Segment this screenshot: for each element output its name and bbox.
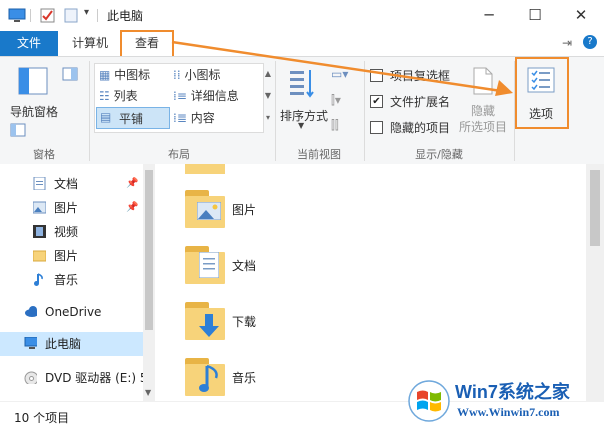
nav-item-label: 视频 (54, 225, 79, 239)
picture-icon (33, 201, 46, 214)
document-icon (33, 177, 46, 190)
annotation-arrow (171, 40, 513, 96)
nav-item-music[interactable]: 音乐 (0, 268, 143, 292)
nav-item-label: 文档 (54, 177, 79, 191)
download-arrow-icon (199, 314, 219, 337)
music-icon (199, 364, 218, 392)
folder-documents[interactable] (185, 246, 225, 284)
nav-scrollbar[interactable]: ▼ (143, 164, 155, 401)
item-count: 10 个项目 (14, 411, 70, 425)
folder-label: 图片 (232, 203, 257, 217)
content-scrollbar[interactable] (586, 164, 604, 401)
folder-downloads[interactable] (185, 302, 225, 340)
nav-item-label: OneDrive (45, 305, 102, 319)
folder-label: 文档 (232, 259, 257, 273)
computer-icon (24, 337, 37, 349)
folder-icon (33, 250, 46, 262)
dvd-icon (24, 371, 37, 384)
content-scroll-thumb[interactable] (590, 170, 600, 246)
nav-scroll-thumb[interactable] (145, 170, 153, 330)
nav-item-dvd[interactable]: DVD 驱动器 (E:) 5 (0, 366, 148, 390)
content-pane: 图片 文档 下载 音乐 (155, 164, 586, 401)
nav-item-label: DVD 驱动器 (E:) 5 (45, 371, 148, 385)
folder-pictures[interactable] (185, 190, 225, 228)
cloud-icon (25, 306, 37, 317)
nav-item-this-pc[interactable]: 此电脑 (0, 332, 143, 356)
music-icon (34, 273, 43, 286)
folder-label: 音乐 (232, 371, 257, 385)
partial-folder-icon[interactable] (185, 164, 225, 174)
nav-item-pictures-folder[interactable]: 图片 (0, 244, 143, 268)
nav-item-label: 音乐 (54, 273, 79, 287)
pin-icon[interactable]: 📌 (126, 196, 138, 220)
scroll-down-icon[interactable]: ▼ (145, 388, 151, 397)
nav-item-label: 图片 (54, 249, 79, 263)
folder-label: 下载 (232, 315, 257, 329)
picture-icon (197, 202, 221, 220)
watermark-url: Www.Winwin7.com (457, 405, 560, 419)
nav-item-label: 图片 (54, 201, 79, 215)
navigation-pane: 文档 📌 图片 📌 视频 图片 音乐 OneDrive 此电脑 DVD 驱动器 … (0, 164, 155, 401)
windows-logo-icon (408, 380, 450, 422)
video-icon (33, 225, 46, 238)
watermark-brand: Win7系统之家 (455, 382, 570, 402)
watermark: Win7系统之家 Www.Winwin7.com (405, 374, 604, 429)
folder-music[interactable] (185, 358, 225, 396)
pin-icon[interactable]: 📌 (126, 172, 138, 196)
nav-item-documents[interactable]: 文档 📌 (0, 172, 143, 196)
document-icon (199, 252, 219, 278)
nav-item-pictures[interactable]: 图片 📌 (0, 196, 143, 220)
nav-item-onedrive[interactable]: OneDrive (0, 300, 143, 324)
nav-item-label: 此电脑 (45, 337, 82, 351)
nav-item-videos[interactable]: 视频 (0, 220, 143, 244)
